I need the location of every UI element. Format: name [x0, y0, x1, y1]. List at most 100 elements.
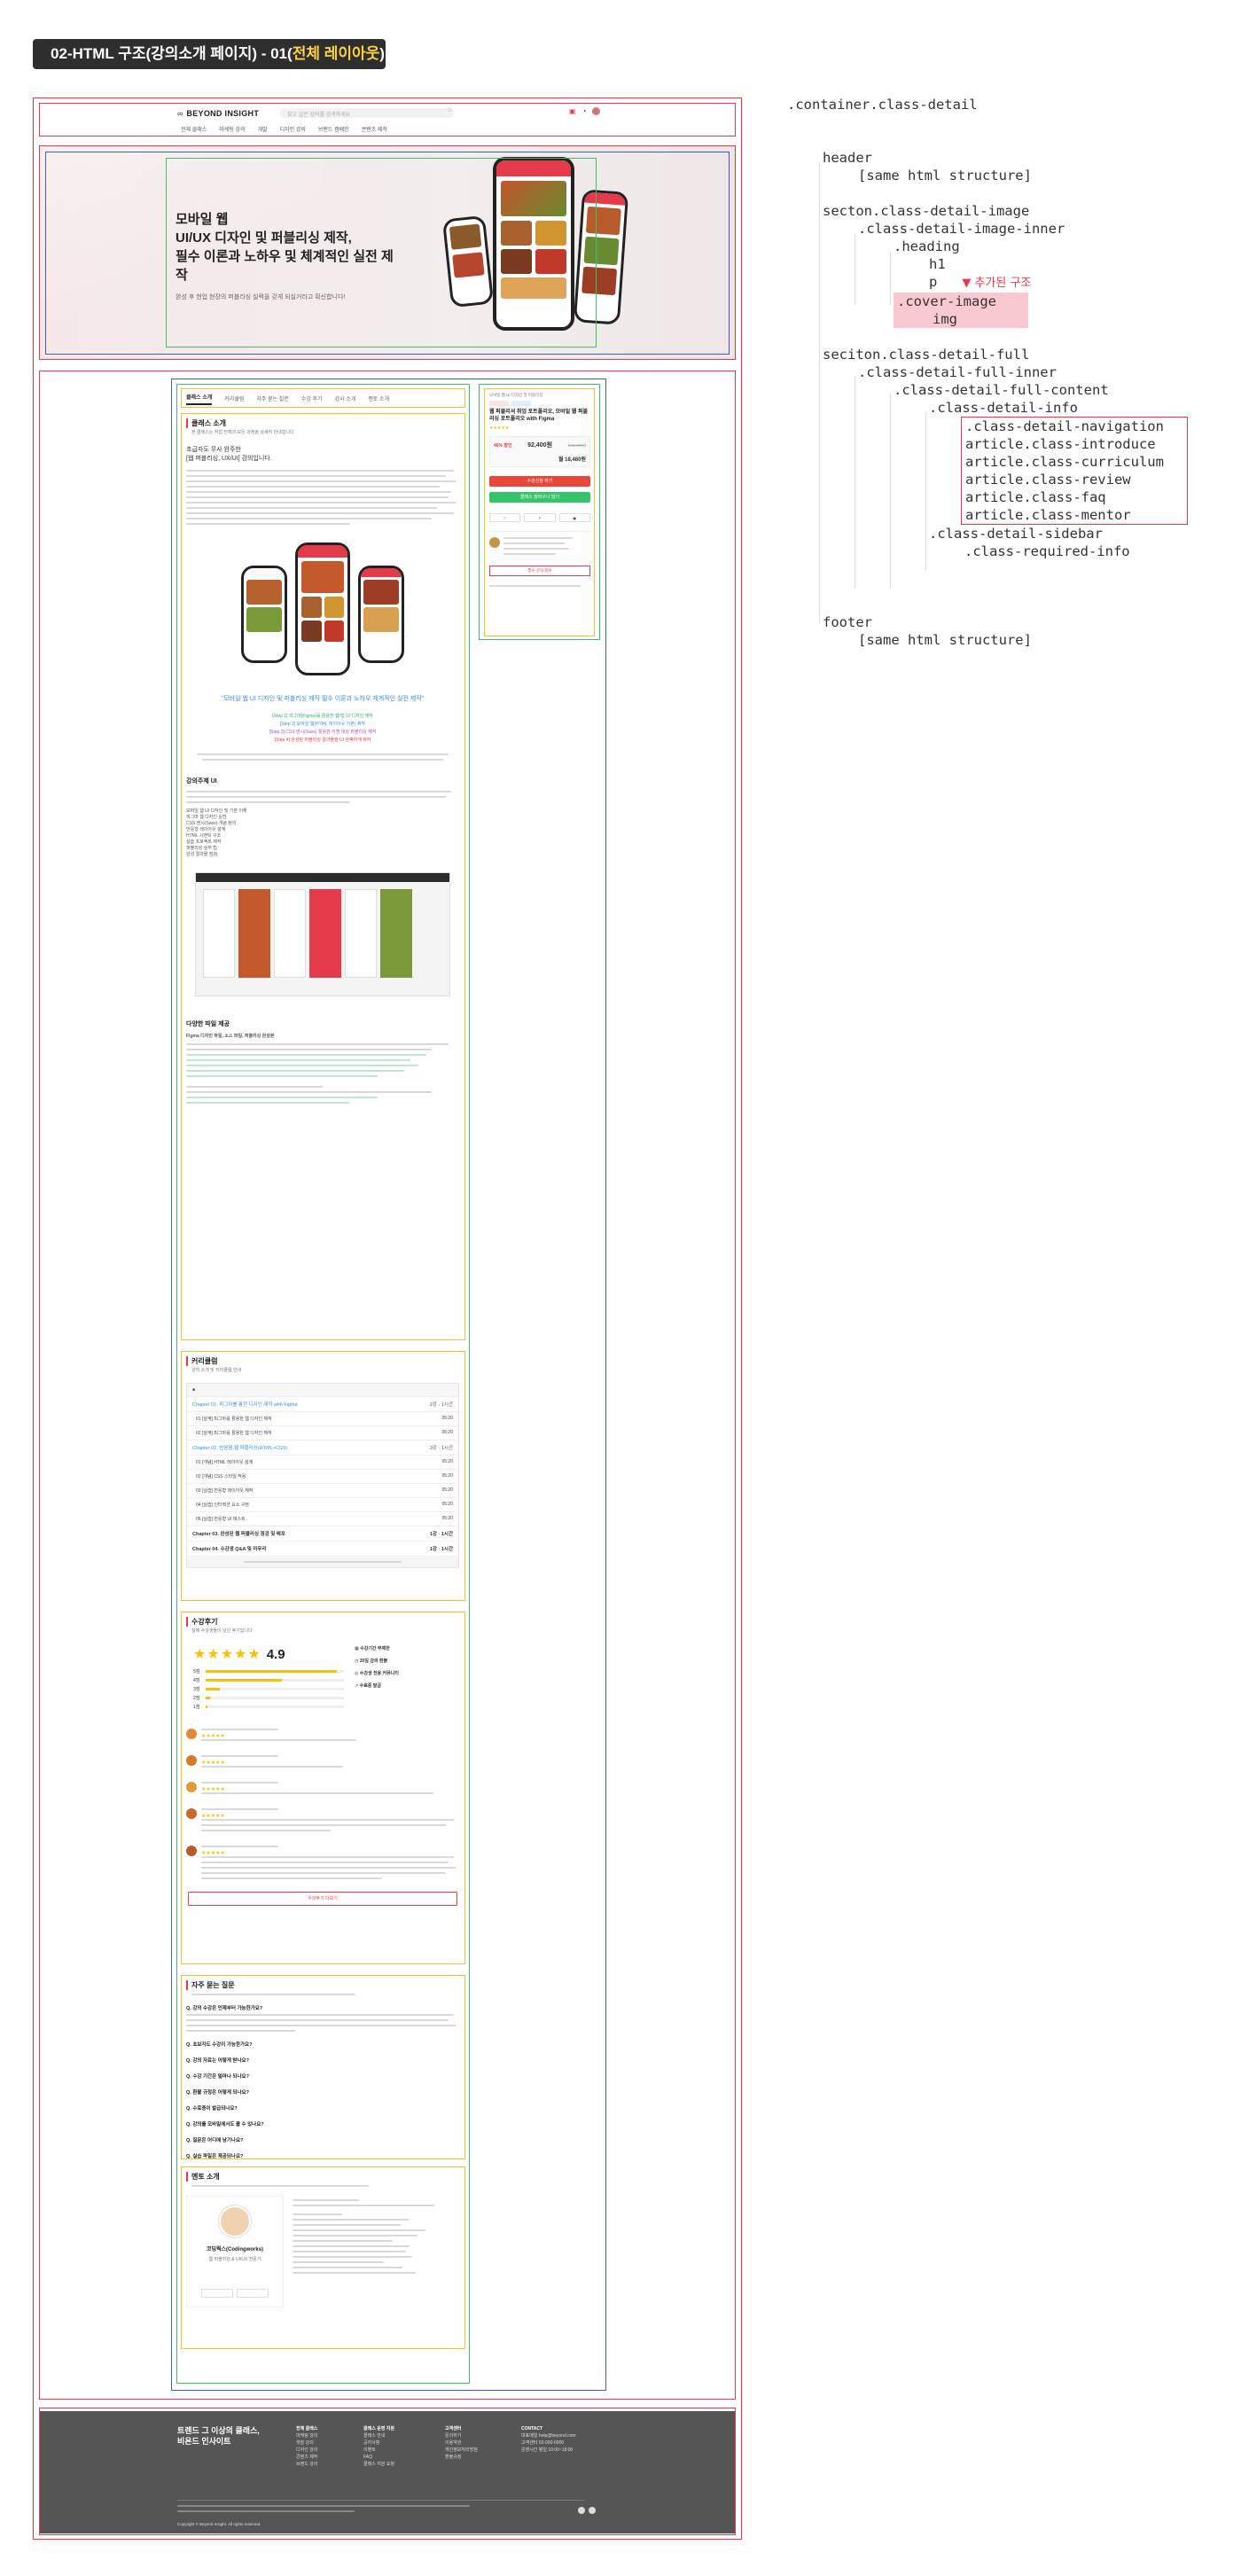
hero-heading-outline	[166, 158, 597, 347]
table-row[interactable]: Chapter 02. 반응형 웹 퍼블리싱(HTML+CSS) 3강 · 1시간	[187, 1440, 458, 1455]
learn-heading: 강의주제 UI	[186, 778, 217, 785]
sidebar-badge: 모바일 웹 UI 디자인 및 퍼블리싱	[489, 393, 543, 397]
code-line: header	[823, 150, 872, 166]
sidebar-title: 웹 퍼블리셔 취업 포트폴리오, 모바일 웹 퍼블리싱 포트폴리오 with F…	[489, 410, 589, 422]
faq-item[interactable]: Q. 초보자도 수강이 가능한가요?	[186, 2041, 459, 2048]
code-line: p ▼ 추가된 구조	[929, 274, 1032, 290]
list-item: 완성 결과물 점검	[186, 852, 217, 857]
code-line: .heading	[894, 238, 960, 254]
class-faq: 자주 묻는 질문 Q. 강의 수강은 언제부터 가능한가요? Q. 초보자도 수…	[186, 1980, 459, 2159]
intro-lead-2: [웹 퍼블리싱, UX/UI] 강의입니다.	[186, 456, 272, 462]
list-item: 반응형 레이아웃 설계	[186, 827, 226, 832]
mentor-heading: 멘토 소개	[186, 2172, 459, 2182]
faq-item[interactable]: Q. 환불 규정은 어떻게 되나요?	[186, 2088, 459, 2096]
more-reviews-button[interactable]: 수강후기 더보기	[188, 1892, 457, 1906]
list-item: 퍼블리싱 실무 팁	[186, 846, 217, 851]
intro-heading: 클래스 소개	[186, 418, 459, 428]
table-row[interactable]: 02 [개념] CSS 스타일 적용 05:20	[187, 1469, 458, 1483]
table-row[interactable]: Chapter 01. 피그마를 통한 디자인 제작 with Figma 2강 …	[187, 1396, 458, 1411]
review-item: ★★★★★	[186, 1846, 459, 1883]
curriculum-table: ■ Chapter 01. 피그마를 통한 디자인 제작 with Figma 2…	[186, 1383, 459, 1568]
avatar	[186, 1755, 197, 1766]
curriculum-heading: 커리큘럼	[186, 1356, 459, 1366]
rating-score: 4.9	[266, 1646, 285, 1662]
faq-item[interactable]: Q. 강의를 모바일에서도 볼 수 있나요?	[186, 2120, 459, 2127]
avatar	[186, 1846, 197, 1856]
code-line: .class-detail-sidebar	[929, 526, 1103, 542]
table-row[interactable]: 05 [실습] 반응형 UI 테스트 05:20	[187, 1511, 458, 1526]
review-item: ★★★★★	[186, 1808, 459, 1835]
table-row[interactable]: 04 [실습] 인터랙션 요소 구현 05:20	[187, 1497, 458, 1511]
mentor-link-button[interactable]	[201, 2289, 233, 2298]
intro-paragraph	[186, 470, 459, 525]
code-line: footer	[823, 614, 872, 630]
intro-lead: 초급자도 무사 완주한	[186, 447, 241, 453]
faq-heading: 자주 묻는 질문	[186, 1980, 459, 1990]
intro-sub: 본 클래스는 작업 전체의 모든 과정을 상세히 안내합니다	[191, 430, 294, 435]
discount-badge: 46% 할인	[494, 443, 512, 449]
review-item: ★★★★★	[186, 1729, 459, 1745]
cart-button[interactable]: 클래스 장바구니 담기	[489, 492, 590, 503]
nav-outline	[181, 388, 465, 408]
share-icon[interactable]: ⇪	[524, 513, 556, 522]
mentor-detail	[293, 2196, 459, 2307]
class-review: 수강후기 실제 수강생들이 남긴 후기입니다 ★★★★★ 4.9 5점 4점 3…	[186, 1617, 459, 1906]
header-outline	[39, 103, 736, 137]
code-line: .class-detail-full-content	[894, 382, 1109, 398]
faq-item[interactable]: Q. 질문은 어디에 남기나요?	[186, 2136, 459, 2143]
instructor-avatar	[489, 537, 500, 548]
code-line: [same html structure]	[858, 168, 1032, 183]
code-line: .class-required-info	[964, 543, 1130, 559]
review-item: ★★★★★	[186, 1755, 459, 1771]
added-structure-note: ▼ 추가된 구조	[962, 277, 1032, 290]
articles-block: .class-detail-navigation article.class-in…	[961, 417, 1188, 525]
gift-icon[interactable]: ▣	[558, 513, 590, 522]
like-icon[interactable]: ♡	[489, 513, 521, 522]
avatar	[186, 1729, 197, 1739]
footer-outline	[39, 2408, 736, 2535]
table-row[interactable]: Chapter 03. 완성된 웹 퍼블리싱 점검 및 배포 1강 · 1시간	[187, 1526, 458, 1541]
list-item: 모바일 웹 UI 디자인 및 기본 이해	[186, 808, 247, 814]
required-info-button[interactable]: 필수 강의 정보	[489, 566, 590, 576]
table-header: ■	[192, 1387, 196, 1393]
review-features: ▦ 수강기간 무제한 ◷ 30일 강의 환불 ◎ 수강생 전용 커뮤니티 ↗ 수…	[355, 1646, 399, 1689]
code-line: .class-detail-full-inner	[858, 364, 1057, 380]
mentor-sub: 웹 퍼블리싱 & UI/UX 전문가	[208, 2257, 261, 2262]
rating-bars: 5점 4점 3점 2점 1점	[193, 1668, 344, 1710]
faq-item[interactable]: Q. 실습 파일은 제공되나요?	[186, 2152, 459, 2159]
faq-item[interactable]: Q. 수강 기간은 얼마나 되나요?	[186, 2073, 459, 2080]
mentor-card: 코딩웍스(Codingworks) 웹 퍼블리싱 & UI/UX 전문가	[186, 2196, 284, 2307]
added-cover-image-block: .cover-image img	[894, 293, 1028, 328]
table-row[interactable]: 01 [개념] HTML 레이아웃 설계 05:20	[187, 1455, 458, 1469]
mentor-name: 코딩웍스(Codingworks)	[206, 2247, 264, 2252]
list-item: CSS 엔시(Sass) 개념 정리	[186, 821, 237, 826]
star-icon: ★★★★★	[489, 425, 510, 431]
mentor-avatar	[219, 2205, 251, 2237]
table-row[interactable]: 02 [설계] 피그마를 활용한 웹 디자인 제작 05:20	[187, 1425, 458, 1440]
learn-list: 모바일 웹 UI 디자인 및 기본 이해 피그마 웹 디자인 실전 CSS 엔시…	[186, 808, 459, 858]
table-row[interactable]: 03 [실습] 반응형 레이아웃 제작 05:20	[187, 1483, 458, 1497]
list-item: 실습 프로젝트 제작	[186, 839, 222, 845]
faq-item[interactable]: Q. 강의 수강은 언제부터 가능한가요?	[186, 2004, 459, 2011]
original-price: 198,000원	[567, 443, 586, 448]
class-introduce: 클래스 소개 본 클래스는 작업 전체의 모든 과정을 상세히 안내합니다 초급…	[186, 418, 459, 1107]
faq-item[interactable]: Q. 수료증이 발급되나요?	[186, 2104, 459, 2112]
table-row[interactable]: 01 [설계] 피그마를 활용한 웹 디자인 제작 05:20	[187, 1411, 458, 1425]
code-line: seciton.class-detail-full	[823, 347, 1030, 363]
structure-code: .container.class-detail header [same html…	[787, 96, 1230, 649]
mentor-link-button[interactable]	[237, 2289, 269, 2298]
review-list: ★★★★★ ★★★★★ ★★★★★ ★★★★★ ★★★★★	[186, 1729, 459, 1883]
list-item: 피그마 웹 디자인 실전	[186, 815, 227, 820]
code-line: h1	[929, 256, 946, 272]
code-line: [same html structure]	[858, 632, 1032, 648]
materials-heading: 다양한 파일 제공	[186, 1021, 230, 1027]
monthly-price: 월 18,480원	[558, 457, 586, 463]
rating-summary: ★★★★★ 4.9 5점 4점 3점 2점 1점	[193, 1645, 344, 1713]
table-row[interactable]: Chapter 04. 수강생 Q&A 및 마무리 1강 · 1시간	[187, 1541, 458, 1556]
list-item: HTML 시맨틱 구조	[186, 833, 222, 839]
materials-sub: Figma 디자인 파일, 소스 파일, 퍼블리싱 완성본	[186, 1034, 275, 1039]
buy-button[interactable]: 수강신청 하기	[489, 476, 590, 487]
price: 92,400원	[527, 442, 553, 449]
faq-item[interactable]: Q. 강의 자료는 어떻게 받나요?	[186, 2057, 459, 2064]
avatar	[186, 1808, 197, 1819]
